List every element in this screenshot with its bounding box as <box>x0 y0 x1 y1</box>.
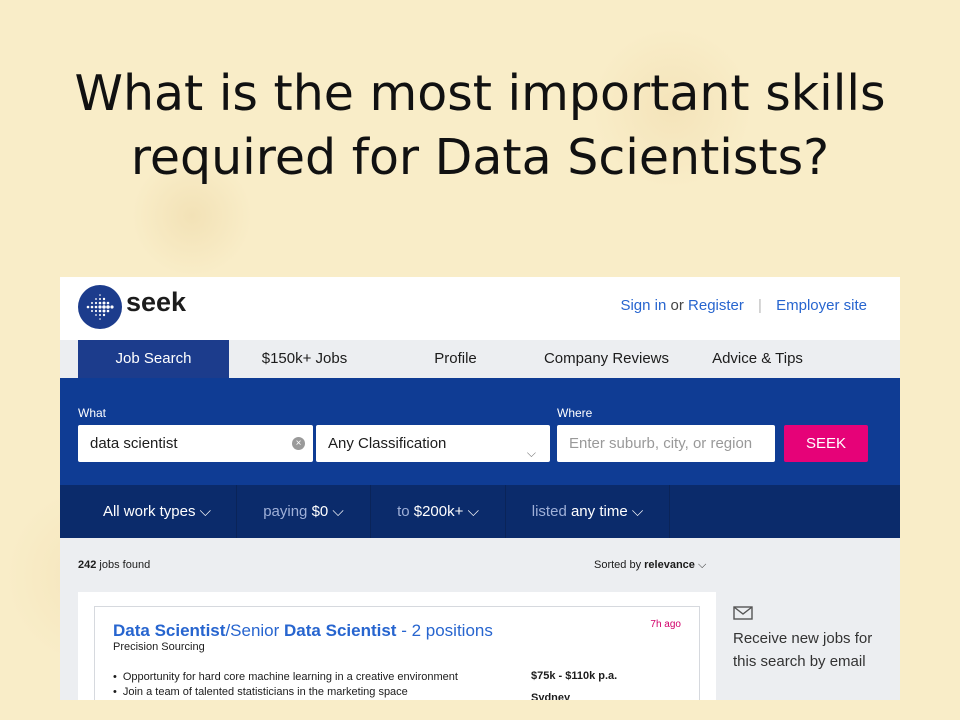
paying-filter[interactable]: paying $0 ⌵ <box>237 485 371 538</box>
paying-value: $0 <box>311 503 329 520</box>
what-input-value: data scientist <box>90 435 178 452</box>
job-title-part: Data Scientist <box>284 621 397 640</box>
account-links: Sign in or Register | Employer site <box>620 297 867 314</box>
tab-150k-jobs[interactable]: $150k+ Jobs <box>229 340 380 378</box>
chevron-down-icon: ⌵ <box>697 559 707 571</box>
listed-filter[interactable]: listed any time ⌵ <box>506 485 670 538</box>
tab-advice-tips[interactable]: Advice & Tips <box>682 340 833 378</box>
job-title-part: - 2 positions <box>396 621 493 640</box>
jobs-count: 242 jobs found <box>78 559 150 571</box>
where-input[interactable]: Enter suburb, city, or region <box>557 425 775 462</box>
sort-label: Sorted by <box>594 559 642 571</box>
seek-screenshot: seek Sign in or Register | Employer site… <box>60 277 900 700</box>
posted-time: 7h ago <box>650 619 681 630</box>
main-nav: Job Search $150k+ Jobs Profile Company R… <box>60 340 900 378</box>
filter-bar: All work types ⌵ paying $0 ⌵ to $200k+ ⌵… <box>60 485 900 538</box>
to-value: $200k+ <box>413 503 464 520</box>
what-label: What <box>78 406 107 420</box>
chevron-down-icon: ⌵ <box>467 503 479 520</box>
jobs-count-number: 242 <box>78 559 97 571</box>
slide-title-line-2: required for Data Scientists? <box>130 129 830 186</box>
job-title-link[interactable]: Data Scientist/Senior Data Scientist - 2… <box>113 621 493 641</box>
work-types-filter[interactable]: All work types ⌵ <box>78 485 237 538</box>
job-card-inner: Data Scientist/Senior Data Scientist - 2… <box>94 606 700 700</box>
slide-title-line-1: What is the most important skills <box>74 65 886 122</box>
job-bullet: Join a team of talented statisticians in… <box>113 685 458 700</box>
where-placeholder: Enter suburb, city, or region <box>569 435 753 452</box>
job-bullets: Opportunity for hard core machine learni… <box>113 670 458 700</box>
or-text: or <box>670 297 684 314</box>
chevron-down-icon: ⌵ <box>199 503 212 520</box>
envelope-icon <box>733 606 753 620</box>
job-bullet: Opportunity for hard core machine learni… <box>113 670 458 685</box>
paying-label: paying <box>263 503 308 520</box>
job-salary: $75k - $110k p.a. <box>531 670 618 682</box>
search-panel: What data scientist × Any Classification… <box>60 378 900 485</box>
employer-site-link[interactable]: Employer site <box>776 297 867 314</box>
job-title-part: /Senior <box>225 621 285 640</box>
job-card[interactable]: Data Scientist/Senior Data Scientist - 2… <box>78 592 716 700</box>
what-input[interactable]: data scientist × <box>78 425 313 462</box>
chevron-down-icon: ⌵ <box>332 503 344 520</box>
seek-button[interactable]: SEEK <box>784 425 868 462</box>
clear-icon[interactable]: × <box>292 437 305 450</box>
classification-select[interactable]: Any Classification ⌵ <box>316 425 550 462</box>
email-alert-text: Receive new jobs for this search by emai… <box>733 630 873 670</box>
work-types-value: All work types <box>102 503 196 520</box>
register-link[interactable]: Register <box>688 297 744 314</box>
chevron-down-icon: ⌵ <box>631 503 644 520</box>
separator: | <box>758 297 762 314</box>
results-area: 242 jobs found Sorted by relevance ⌵ Dat… <box>60 538 900 700</box>
slide-title: What is the most important skills requir… <box>0 62 960 190</box>
to-filter[interactable]: to $200k+ ⌵ <box>371 485 506 538</box>
tab-job-search[interactable]: Job Search <box>78 340 229 378</box>
listed-value: any time <box>570 503 628 520</box>
sort-value: relevance <box>644 559 695 571</box>
sort-dropdown[interactable]: Sorted by relevance ⌵ <box>594 559 706 572</box>
listed-label: listed <box>531 503 567 520</box>
sign-in-link[interactable]: Sign in <box>620 297 666 314</box>
seek-logo-icon[interactable] <box>78 285 122 329</box>
job-location[interactable]: Sydney <box>531 692 570 700</box>
classification-value: Any Classification <box>328 435 447 452</box>
to-label: to <box>397 503 410 520</box>
tab-profile[interactable]: Profile <box>380 340 531 378</box>
brand-name[interactable]: seek <box>126 287 186 318</box>
chevron-down-icon: ⌵ <box>526 446 536 460</box>
job-title-part: Data Scientist <box>113 621 226 640</box>
where-label: Where <box>557 406 593 420</box>
company-name[interactable]: Precision Sourcing <box>113 641 205 653</box>
site-header: seek Sign in or Register | Employer site <box>60 277 900 340</box>
jobs-count-suffix: jobs found <box>99 559 151 571</box>
tab-company-reviews[interactable]: Company Reviews <box>531 340 682 378</box>
